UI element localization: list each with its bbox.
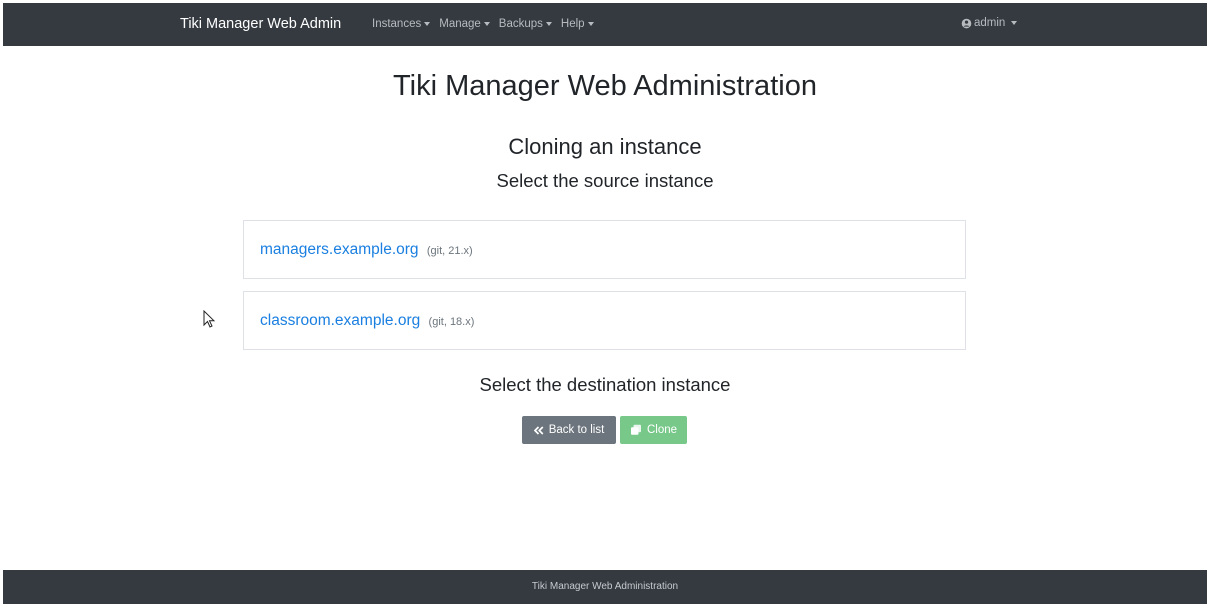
caret-down-icon (1011, 21, 1018, 25)
nav-menu-backups[interactable]: Backups (499, 18, 552, 30)
instance-name: classroom.example.org (260, 312, 421, 329)
footer-text: Tiki Manager Web Administration (531, 581, 679, 592)
nav-menu-backups-label: Backups (498, 18, 543, 30)
source-instance-option[interactable]: managers.example.org (git, 21.x) (243, 220, 966, 279)
user-circle-icon (961, 18, 972, 28)
nav-menu-help-label: Help (560, 18, 585, 30)
back-to-list-button[interactable]: Back to list (522, 416, 616, 444)
mouse-pointer-icon (203, 310, 215, 328)
instance-meta: (git, 21.x) (426, 245, 473, 257)
nav-menu: Instances Manage Backups Help (372, 18, 594, 30)
caret-down-icon (424, 22, 431, 26)
source-instance-subtitle: Select the source instance (496, 170, 714, 191)
clone-icon (630, 424, 642, 436)
instance-link[interactable]: classroom.example.org (git, 18.x) (260, 312, 474, 330)
user-menu-label: admin (974, 17, 1006, 29)
page-title: Tiki Manager Web Administration (393, 70, 817, 102)
back-to-list-label: Back to list (548, 424, 605, 436)
user-menu[interactable]: admin (961, 17, 1018, 29)
top-navbar: Tiki Manager Web Admin Instances Manage … (3, 3, 1207, 46)
section-title: Cloning an instance (508, 134, 702, 159)
caret-down-icon (483, 22, 490, 26)
double-chevron-left-icon (533, 425, 544, 435)
caret-down-icon (545, 22, 552, 26)
instance-name: managers.example.org (260, 241, 419, 258)
nav-menu-instances-label: Instances (372, 18, 422, 30)
nav-menu-help[interactable]: Help (561, 18, 594, 30)
instance-link[interactable]: managers.example.org (git, 21.x) (260, 241, 473, 259)
destination-instance-subtitle: Select the destination instance (479, 374, 731, 395)
caret-down-icon (587, 22, 594, 26)
page-footer: Tiki Manager Web Administration (3, 570, 1207, 604)
instance-meta: (git, 18.x) (428, 316, 475, 328)
action-buttons: Back to list Clone (522, 416, 687, 444)
brand-link[interactable]: Tiki Manager Web Admin (180, 16, 341, 32)
clone-button[interactable]: Clone (620, 416, 687, 444)
nav-menu-instances[interactable]: Instances (372, 18, 431, 30)
nav-menu-manage-label: Manage (439, 18, 481, 30)
clone-label: Clone (646, 424, 678, 436)
nav-menu-manage[interactable]: Manage (439, 18, 490, 30)
source-instance-option[interactable]: classroom.example.org (git, 18.x) (243, 291, 966, 350)
